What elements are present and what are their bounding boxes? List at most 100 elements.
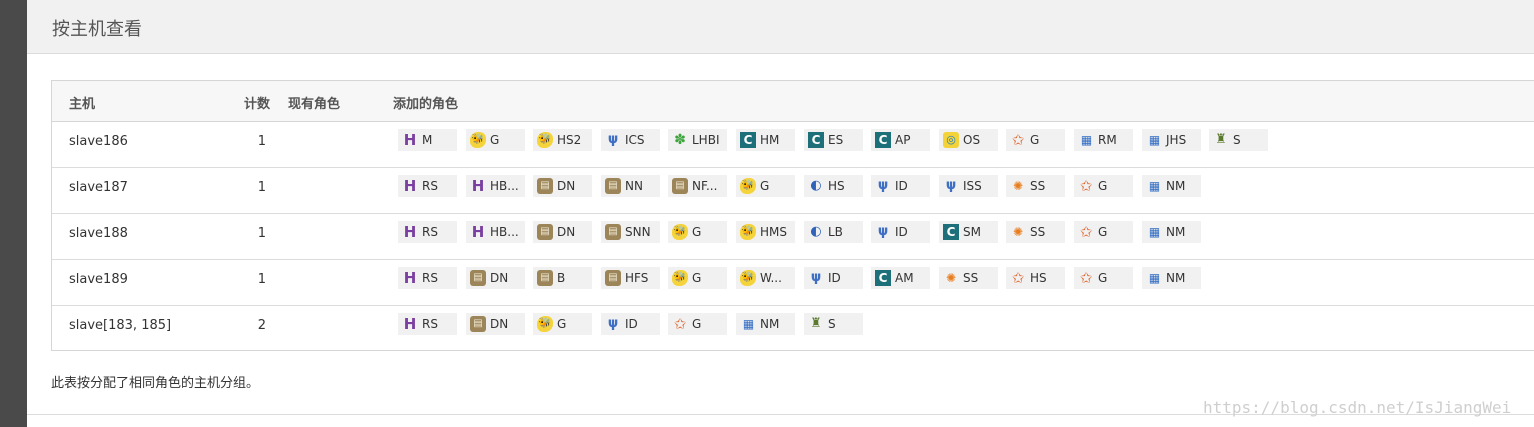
role-chip[interactable]: ▦ NM (1142, 221, 1201, 243)
role-chip[interactable]: ♜ S (804, 313, 863, 335)
role-chip[interactable]: ▦ NM (1142, 267, 1201, 289)
role-label: M (422, 133, 433, 147)
role-chip[interactable]: C AM (871, 267, 930, 289)
role-label: NM (760, 317, 780, 331)
role-chip[interactable]: ψ ISS (939, 175, 998, 197)
role-chip[interactable]: ▦ NM (736, 313, 795, 335)
role-chip[interactable]: ✩ G (1074, 221, 1133, 243)
role-chip[interactable]: ✺ SS (1006, 175, 1065, 197)
host-name[interactable]: slave188 (69, 226, 128, 241)
column-header-host[interactable]: 主机 (69, 93, 95, 112)
role-chip[interactable]: ψ ID (804, 267, 863, 289)
role-chip[interactable]: 🐝 G (668, 221, 727, 243)
column-header-count[interactable]: 计数 (244, 93, 270, 112)
role-label: G (557, 317, 567, 331)
role-label: SS (1030, 225, 1046, 239)
host-count: 1 (257, 272, 266, 287)
role-chip[interactable]: ▦ JHS (1142, 129, 1201, 151)
star-icon: ✩ (1079, 269, 1093, 287)
hbase-icon: H (471, 223, 485, 241)
host-name[interactable]: slave[183, 185] (69, 318, 171, 333)
role-chip[interactable]: ▤ NN (601, 175, 660, 197)
hive-icon: 🐝 (537, 316, 553, 332)
role-label: HS2 (557, 133, 582, 147)
role-chip[interactable]: ▤ DN (466, 267, 525, 289)
role-chip[interactable]: ψ ID (871, 175, 930, 197)
role-chip[interactable]: ✽ LHBI (668, 129, 727, 151)
role-chip[interactable]: ◐ LB (804, 221, 863, 243)
role-label: NM (1166, 179, 1186, 193)
role-chip[interactable]: H HB... (466, 175, 525, 197)
cloudera-icon: C (875, 132, 891, 148)
role-chip[interactable]: ✺ SS (939, 267, 998, 289)
role-chip[interactable]: ψ ID (601, 313, 660, 335)
hue-icon: ψ (877, 178, 889, 193)
role-chip[interactable]: 🐝 G (466, 129, 525, 151)
role-chip[interactable]: ▦ RM (1074, 129, 1133, 151)
role-label: AP (895, 133, 911, 147)
role-chip[interactable]: ✩ G (1074, 267, 1133, 289)
role-label: W... (760, 271, 782, 285)
role-chip[interactable]: C ES (804, 129, 863, 151)
role-chip[interactable]: 🐝 HS2 (533, 129, 592, 151)
role-chip[interactable]: ψ ICS (601, 129, 660, 151)
role-chip[interactable]: H RS (398, 267, 457, 289)
host-name[interactable]: slave189 (69, 272, 128, 287)
hbase-icon: H (403, 315, 417, 333)
role-chip[interactable]: ▤ NF... (668, 175, 727, 197)
role-chip[interactable]: HM (398, 129, 457, 151)
role-chip[interactable]: ▤ SNN (601, 221, 660, 243)
role-chip[interactable]: ▤ B (533, 267, 592, 289)
role-chip[interactable]: 🐝 G (533, 313, 592, 335)
host-name[interactable]: slave186 (69, 134, 128, 149)
role-chip[interactable]: ✺ SS (1006, 221, 1065, 243)
hive-icon: 🐝 (740, 178, 756, 194)
hive-icon: 🐝 (537, 132, 553, 148)
role-chip[interactable]: ▦ NM (1142, 175, 1201, 197)
role-chip[interactable]: ◎ OS (939, 129, 998, 151)
role-chip[interactable]: ✩ G (1074, 175, 1133, 197)
role-label: DN (490, 271, 509, 285)
role-chip[interactable]: ◐ HS (804, 175, 863, 197)
hive-icon: 🐝 (672, 270, 688, 286)
role-label: HM (760, 133, 780, 147)
role-label: NF... (692, 179, 718, 193)
role-label: RS (422, 271, 438, 285)
role-chip[interactable]: ψ ID (871, 221, 930, 243)
column-header-added-roles[interactable]: 添加的角色 (393, 93, 458, 112)
role-chip[interactable]: C HM (736, 129, 795, 151)
role-chip[interactable]: ✩ G (1006, 129, 1065, 151)
role-chip[interactable]: H RS (398, 221, 457, 243)
role-label: ISS (963, 179, 982, 193)
hbase-icon: H (403, 177, 417, 195)
hue-icon: ψ (810, 270, 822, 285)
page-title: 按主机查看 (52, 19, 142, 40)
role-label: HB... (490, 225, 519, 239)
role-chip[interactable]: 🐝 W... (736, 267, 795, 289)
role-chip[interactable]: 🐝 G (736, 175, 795, 197)
role-chip[interactable]: H RS (398, 313, 457, 335)
role-chip[interactable]: C SM (939, 221, 998, 243)
role-chip[interactable]: ✩ G (668, 313, 727, 335)
sqoop-icon: ♜ (810, 316, 822, 331)
role-chip[interactable]: ♜ S (1209, 129, 1268, 151)
role-chip[interactable]: 🐝 HMS (736, 221, 795, 243)
role-chip[interactable]: ▤ HFS (601, 267, 660, 289)
hdfs-icon: ▤ (537, 270, 553, 286)
role-chip[interactable]: H RS (398, 175, 457, 197)
host-name[interactable]: slave187 (69, 180, 128, 195)
hosts-role-table: 主机 计数 现有角色 添加的角色 slave186 1 H M 🐝 G 🐝 HS2 ψ ICS ✽ L… (51, 80, 1534, 351)
hdfs-icon: ▤ (605, 178, 621, 194)
role-chip[interactable]: ▤ DN (533, 175, 592, 197)
role-chip[interactable]: 🐝 G (668, 267, 727, 289)
role-label: AM (895, 271, 914, 285)
role-chip[interactable]: ✩ HS (1006, 267, 1065, 289)
role-chip[interactable]: ▤ DN (533, 221, 592, 243)
role-label: SS (963, 271, 979, 285)
watermark-text: https://blog.csdn.net/IsJiangWei (1203, 398, 1512, 417)
left-sidebar-strip (0, 0, 27, 427)
role-chip[interactable]: ▤ DN (466, 313, 525, 335)
role-chip[interactable]: C AP (871, 129, 930, 151)
role-chip[interactable]: H HB... (466, 221, 525, 243)
column-header-existing-roles[interactable]: 现有角色 (288, 93, 340, 112)
